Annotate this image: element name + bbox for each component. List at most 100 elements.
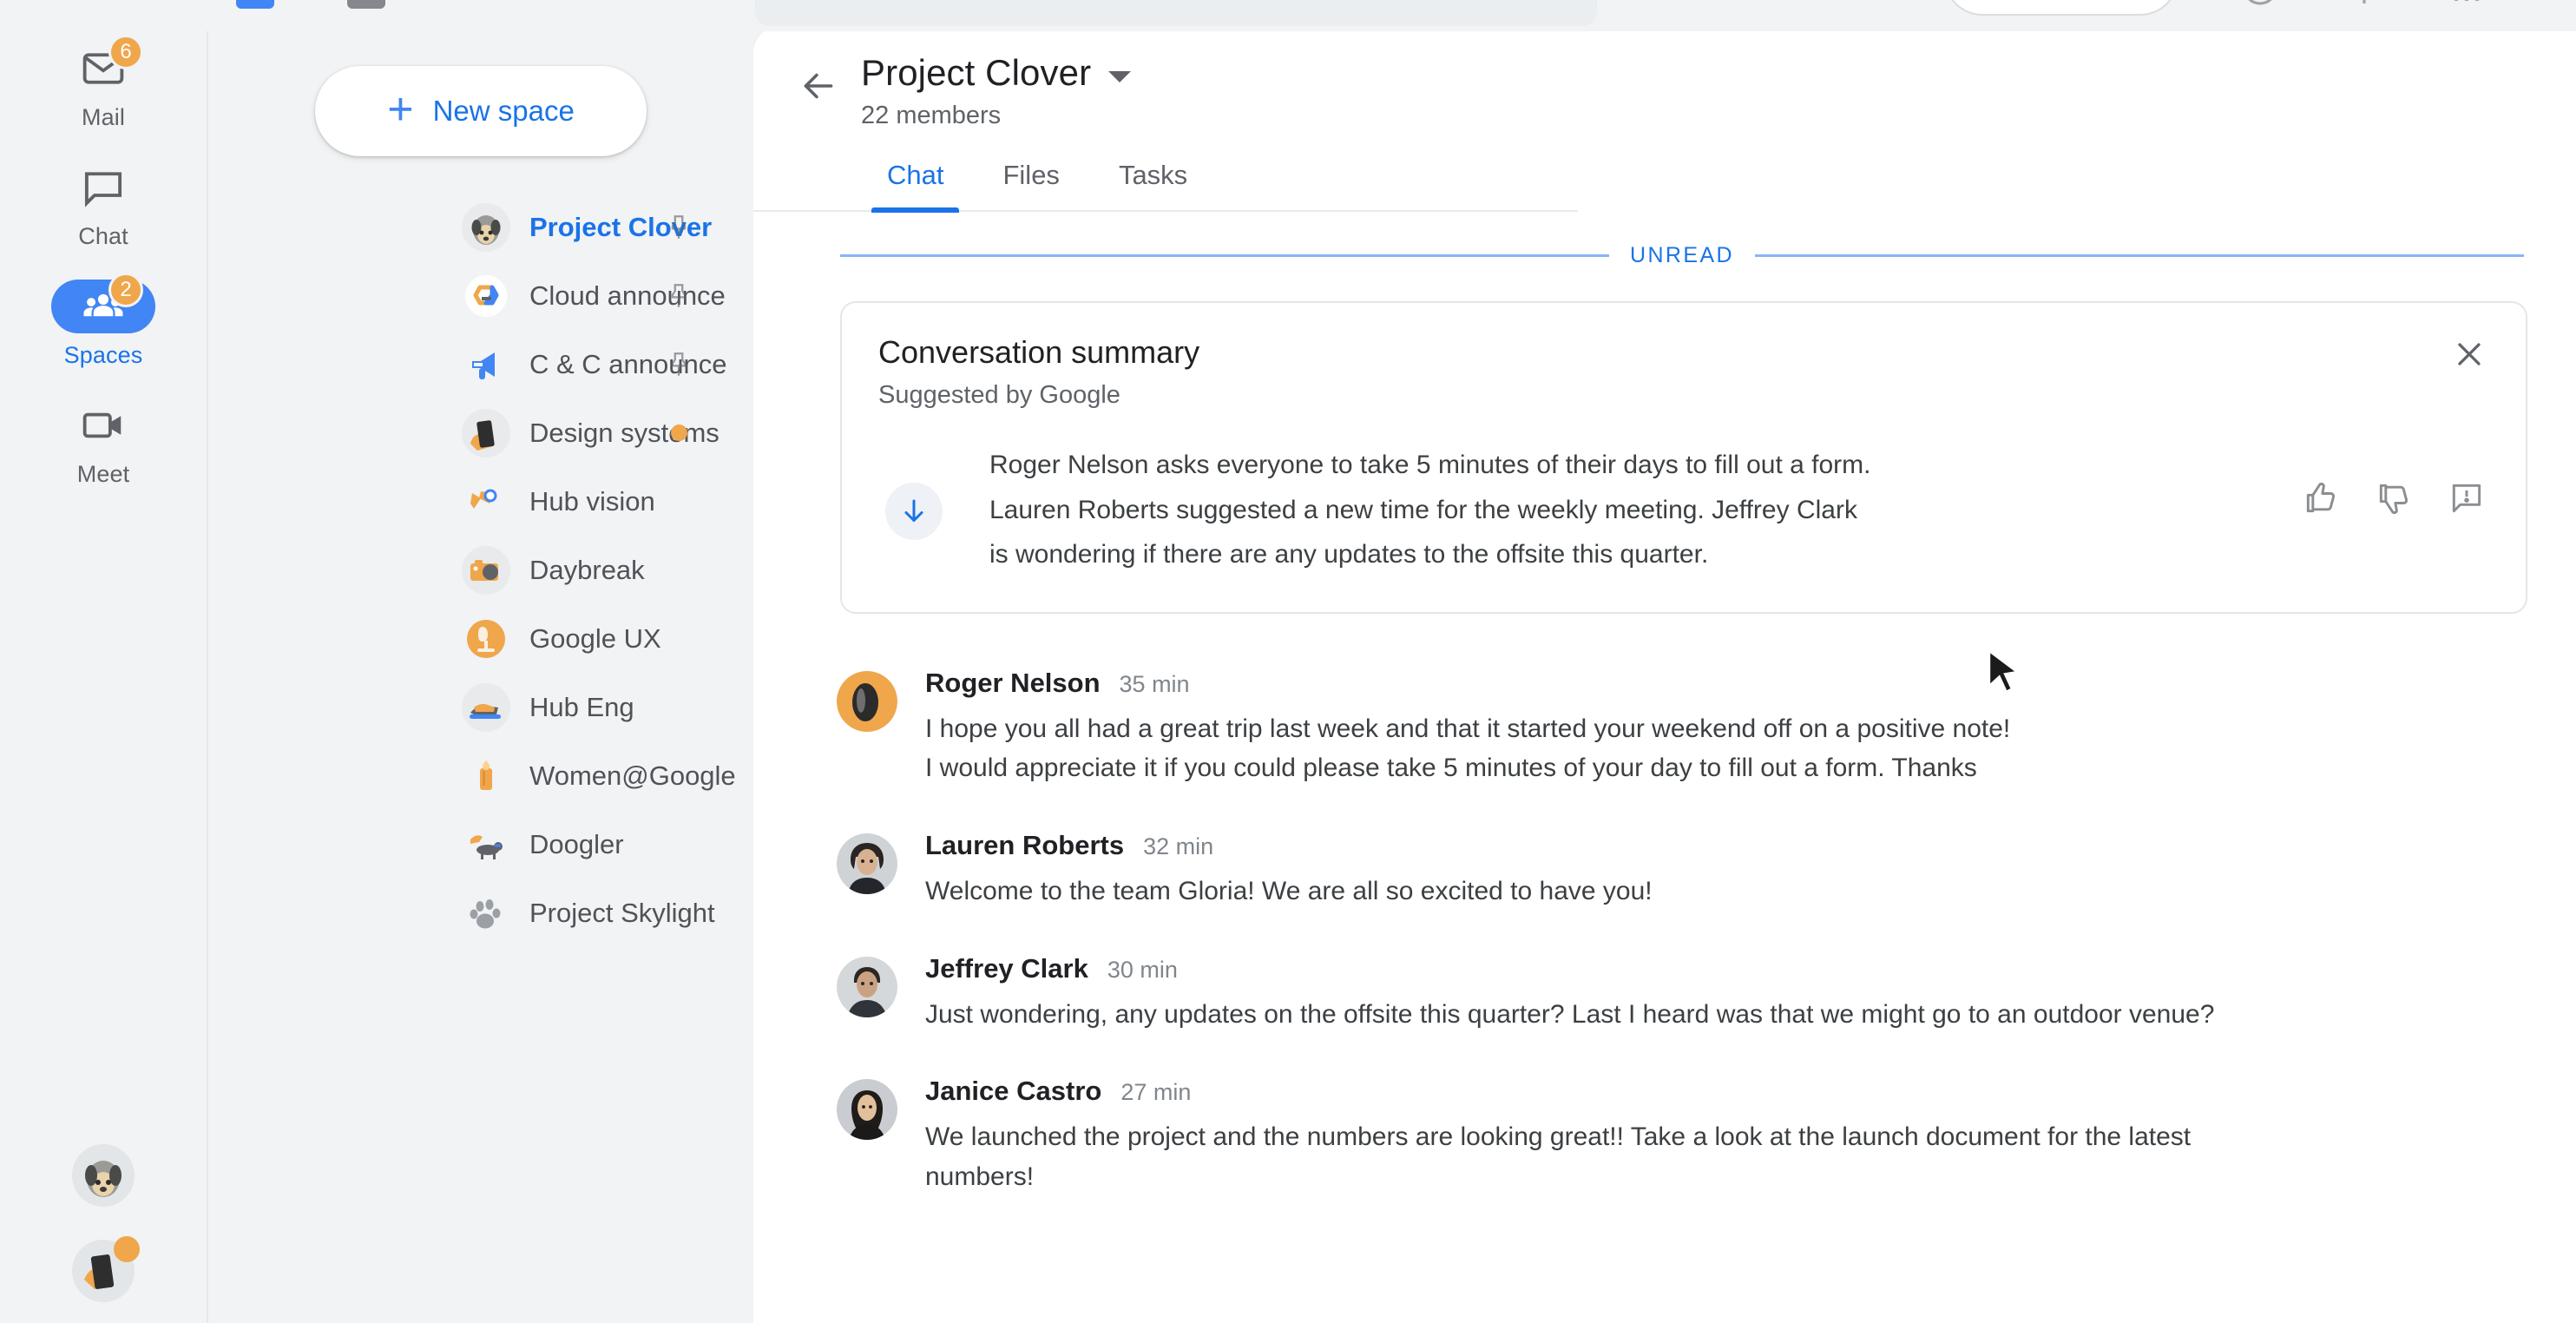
message-text: We launched the project and the numbers … xyxy=(925,1117,2527,1196)
summary-line: is wondering if there are any updates to… xyxy=(989,540,1709,569)
rail-item-chat-label: Chat xyxy=(78,223,128,249)
space-header: Project Clover 22 members Chat Files Tas… xyxy=(753,26,2576,213)
thumbs-down-icon[interactable] xyxy=(2375,479,2413,522)
space-item-doogler[interactable]: Doogler xyxy=(208,810,753,879)
message-line: Welcome to the team Gloria! We are all s… xyxy=(925,876,1653,905)
unread-dot xyxy=(661,416,696,451)
space-trailing-empty xyxy=(661,827,696,862)
close-icon[interactable] xyxy=(2448,332,2491,376)
avatar-janice[interactable] xyxy=(837,1079,897,1141)
search-input[interactable]: 🔍 Search mail and chat xyxy=(755,0,1597,26)
space-item-label: Doogler xyxy=(529,828,624,859)
phone-hand-emoji xyxy=(462,408,510,457)
status-chip[interactable] xyxy=(1944,0,2178,16)
message-line: numbers! xyxy=(925,1162,1035,1191)
message-author: Roger Nelson xyxy=(925,667,1101,698)
new-space-label: New space xyxy=(432,95,575,127)
space-item-label: Google UX xyxy=(529,622,661,654)
app-window: 🔍 Search mail and chat 6 Mail xyxy=(0,0,2576,1323)
camera-emoji xyxy=(462,545,510,595)
message-line: I hope you all had a great trip last wee… xyxy=(925,714,2011,743)
conversation-summary-card: Conversation summary Suggested by Google… xyxy=(840,301,2527,614)
chat-bubble-icon xyxy=(84,172,122,207)
apps-grid-icon[interactable] xyxy=(2446,0,2487,9)
member-count: 22 members xyxy=(861,102,1002,129)
feedback-icon[interactable] xyxy=(2448,479,2486,522)
rail-item-mail[interactable]: 6 Mail xyxy=(27,35,180,131)
space-item-cloud-announce[interactable]: Cloud announce xyxy=(208,261,753,330)
avatar-status-dot xyxy=(114,1236,140,1262)
summary-text: Roger Nelson asks everyone to take 5 min… xyxy=(965,443,2489,577)
rail-item-meet-label: Meet xyxy=(76,461,130,487)
spaces-panel: + New space Project Clover Cloud announc… xyxy=(208,0,753,1323)
avatar-roger[interactable] xyxy=(837,670,897,732)
space-item-c-and-c-announce[interactable]: C & C announce xyxy=(208,330,753,398)
unread-line-left xyxy=(840,254,1610,257)
rail-item-mail-label: Mail xyxy=(82,104,125,130)
rail-item-meet[interactable]: Meet xyxy=(27,398,180,488)
summary-line: Lauren Roberts suggested a new time for … xyxy=(989,495,1857,524)
chair-emoji xyxy=(462,615,510,663)
space-item-label: Daybreak xyxy=(529,554,645,585)
message-text: I hope you all had a great trip last wee… xyxy=(925,709,2527,788)
rail-item-chat[interactable]: Chat xyxy=(27,161,180,250)
avatar-jeffrey[interactable] xyxy=(837,956,897,1017)
mail-icon-wrap: 6 xyxy=(51,35,155,95)
message-author: Lauren Roberts xyxy=(925,829,1125,860)
back-arrow-icon[interactable] xyxy=(793,61,844,111)
space-item-label: C & C announce xyxy=(529,348,727,379)
space-trailing-empty xyxy=(661,622,696,656)
dog-avatar-emoji xyxy=(462,202,510,252)
new-space-button[interactable]: + New space xyxy=(315,66,647,156)
message-timestamp: 30 min xyxy=(1107,956,1178,983)
megaphone-emoji xyxy=(462,340,510,389)
avatar-lauren[interactable] xyxy=(837,833,897,894)
message-timestamp: 27 min xyxy=(1120,1079,1192,1106)
pin-icon[interactable] xyxy=(661,347,696,382)
message-item: Janice Castro 27 min We launched the pro… xyxy=(837,1056,2527,1219)
space-item-label: Hub Eng xyxy=(529,691,634,722)
space-trailing-empty xyxy=(661,690,696,725)
pin-icon[interactable] xyxy=(661,279,696,313)
avatar-dog[interactable] xyxy=(72,1144,135,1207)
space-item-hub-vision[interactable]: Hub vision xyxy=(208,467,753,536)
tab-tasks[interactable]: Tasks xyxy=(1089,160,1217,210)
unread-divider: UNREAD xyxy=(840,243,2524,268)
rail-item-spaces[interactable]: 2 Spaces xyxy=(27,273,180,369)
space-item-daybreak[interactable]: Daybreak xyxy=(208,536,753,604)
space-item-project-skylight[interactable]: Project Skylight xyxy=(208,879,753,947)
unread-line-right xyxy=(1754,254,2524,257)
arrow-down-icon[interactable] xyxy=(885,483,943,540)
help-icon[interactable] xyxy=(2239,0,2281,9)
message-author: Jeffrey Clark xyxy=(925,952,1088,984)
space-item-project-clover[interactable]: Project Clover xyxy=(208,193,753,261)
space-item-women-at-google[interactable]: Women@Google xyxy=(208,741,753,810)
space-item-label: Hub vision xyxy=(529,485,655,517)
message-line: I would appreciate it if you could pleas… xyxy=(925,754,1977,783)
candle-emoji xyxy=(462,752,510,800)
message-text: Just wondering, any updates on the offsi… xyxy=(925,995,2527,1035)
dog-walk-emoji xyxy=(462,820,510,869)
chat-icon-wrap xyxy=(51,161,155,214)
chevron-down-icon[interactable] xyxy=(1108,70,1132,82)
message-item: Roger Nelson 35 min I hope you all had a… xyxy=(837,648,2527,811)
tab-chat[interactable]: Chat xyxy=(858,160,973,213)
space-item-hub-eng[interactable]: Hub Eng xyxy=(208,673,753,741)
left-nav-rail: 6 Mail Chat 2 Spaces Meet xyxy=(0,0,208,1323)
google-cloud-emoji xyxy=(462,272,510,320)
tab-files[interactable]: Files xyxy=(973,160,1088,210)
avatar-phone[interactable] xyxy=(72,1236,140,1302)
thumbs-up-icon[interactable] xyxy=(2302,479,2340,522)
rail-item-spaces-label: Spaces xyxy=(63,342,143,368)
space-item-google-ux[interactable]: Google UX xyxy=(208,604,753,673)
tools-emoji xyxy=(462,682,510,732)
message-text: Welcome to the team Gloria! We are all s… xyxy=(925,872,2527,912)
video-camera-icon xyxy=(82,412,122,438)
message-list: Roger Nelson 35 min I hope you all had a… xyxy=(837,648,2527,1220)
gear-icon[interactable] xyxy=(2343,0,2385,9)
message-item: Lauren Roberts 32 min Welcome to the tea… xyxy=(837,811,2527,934)
pin-icon[interactable] xyxy=(661,210,696,245)
space-item-design-systems[interactable]: Design systems xyxy=(208,398,753,467)
message-line: We launched the project and the numbers … xyxy=(925,1122,2192,1152)
spaces-icon-wrap: 2 xyxy=(51,273,155,333)
